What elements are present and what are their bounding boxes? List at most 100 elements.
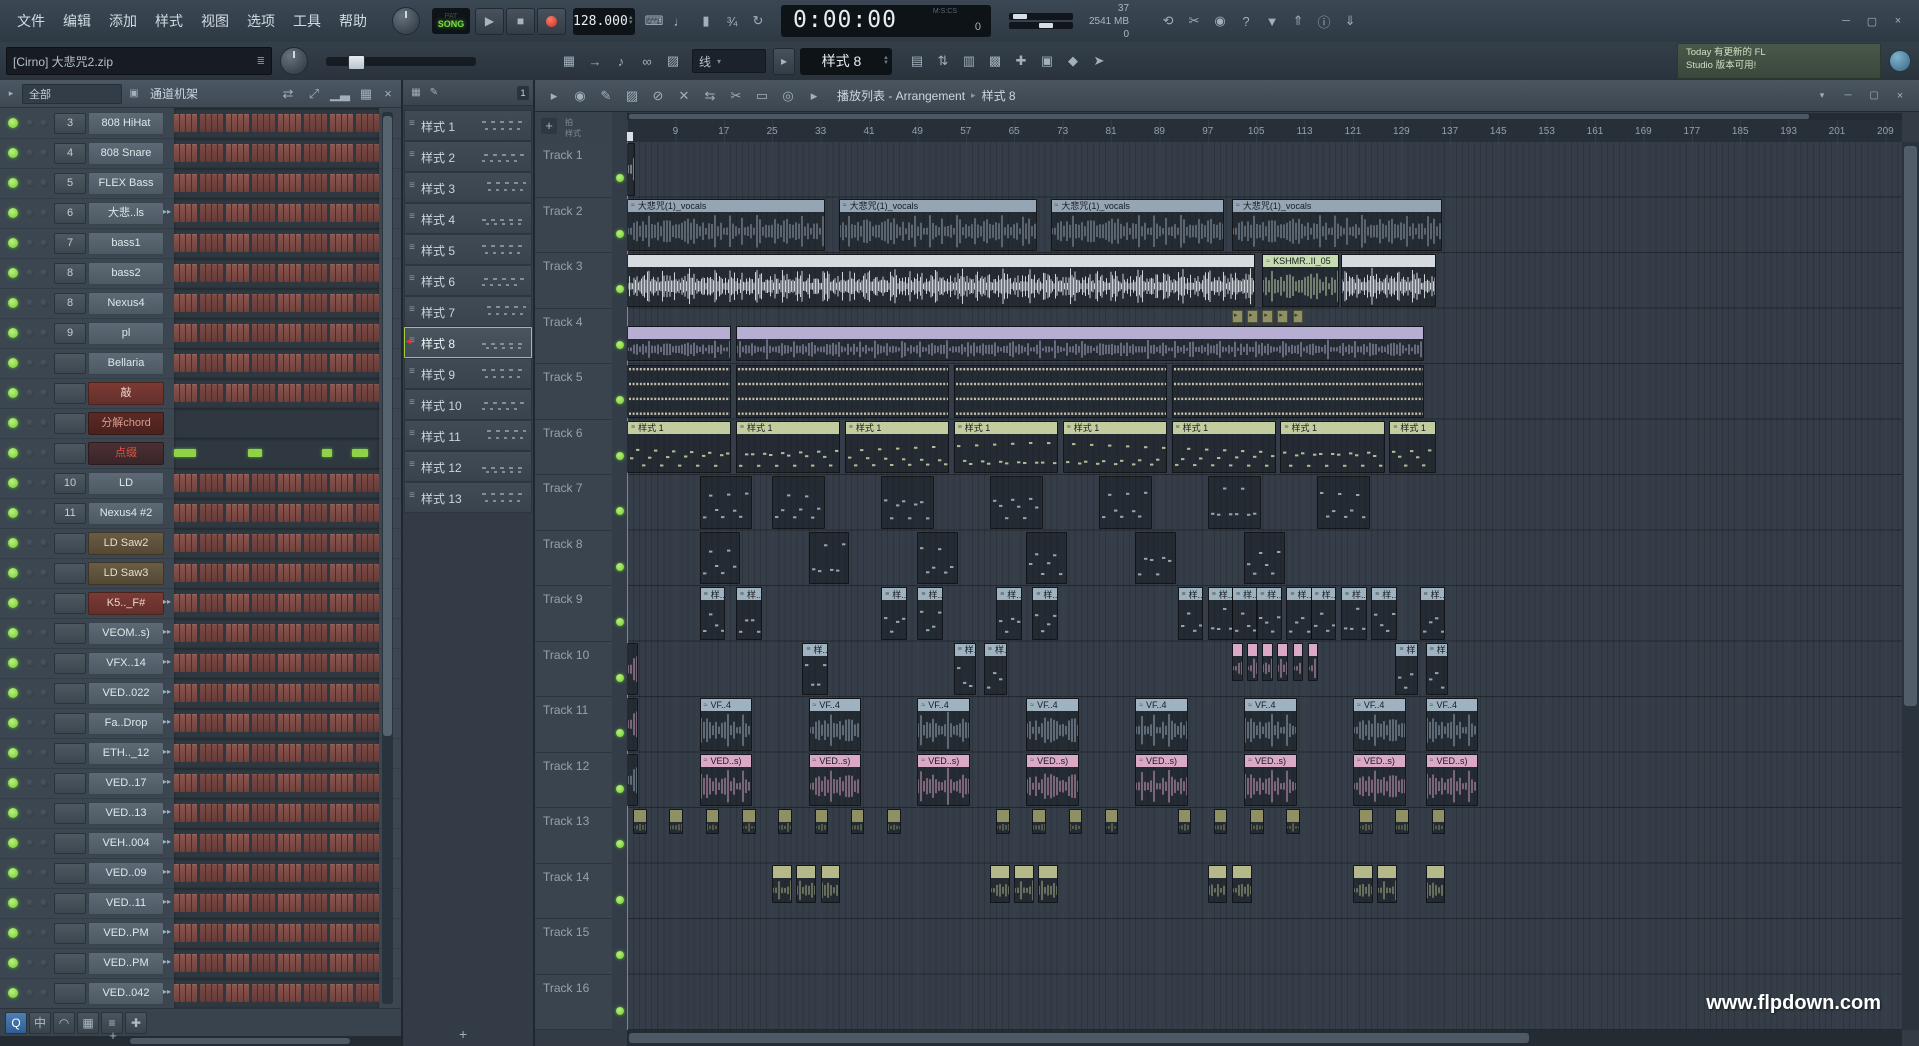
step-cell[interactable] xyxy=(342,954,347,972)
step-cell[interactable] xyxy=(270,174,275,192)
search-icon[interactable]: Q xyxy=(5,1012,27,1034)
step-cell[interactable] xyxy=(316,684,321,702)
step-cell[interactable] xyxy=(322,384,327,402)
step-cell[interactable] xyxy=(330,534,335,552)
step-cell[interactable] xyxy=(310,384,315,402)
step-cell[interactable] xyxy=(348,894,353,912)
step-cell[interactable] xyxy=(290,894,295,912)
step-cell[interactable] xyxy=(258,354,263,372)
step-cell[interactable] xyxy=(186,594,191,612)
step-cell[interactable] xyxy=(232,654,237,672)
step-cell[interactable] xyxy=(330,504,335,522)
step-cell[interactable] xyxy=(244,954,249,972)
step-cell[interactable] xyxy=(316,834,321,852)
step-cell[interactable] xyxy=(200,204,205,222)
step-cell[interactable] xyxy=(304,204,309,222)
clip[interactable]: ≈大悲咒(1)_vocals xyxy=(1232,199,1442,252)
clip[interactable] xyxy=(1286,809,1300,834)
step-cell[interactable] xyxy=(330,864,335,882)
channel-volume-knob[interactable] xyxy=(40,689,48,697)
step-cell[interactable] xyxy=(174,324,179,342)
step-cell[interactable] xyxy=(212,564,217,582)
step-cell[interactable] xyxy=(356,474,361,492)
typing-keyboard-piano-icon[interactable]: ⌨ xyxy=(642,10,666,32)
step-cell[interactable] xyxy=(218,564,223,582)
channel-volume-knob[interactable] xyxy=(40,539,48,547)
step-cell[interactable] xyxy=(296,114,301,132)
channel-pan-knob[interactable] xyxy=(26,299,34,307)
channel-pan-knob[interactable] xyxy=(26,839,34,847)
mute-tool-icon[interactable]: ✕ xyxy=(672,85,696,107)
track-led[interactable] xyxy=(616,174,624,182)
channel-pan-knob[interactable] xyxy=(26,179,34,187)
step-cell[interactable] xyxy=(192,834,197,852)
step-cell[interactable] xyxy=(206,474,211,492)
step-cell[interactable] xyxy=(212,354,217,372)
channel-volume-knob[interactable] xyxy=(40,239,48,247)
step-cell[interactable] xyxy=(212,684,217,702)
step-cell[interactable] xyxy=(206,234,211,252)
step-cell[interactable] xyxy=(258,504,263,522)
step-cell[interactable] xyxy=(232,204,237,222)
channel-button[interactable]: VED..PM xyxy=(88,952,164,975)
step-cell[interactable] xyxy=(212,714,217,732)
track-name[interactable]: Track 8 xyxy=(535,531,612,587)
step-cell[interactable] xyxy=(348,624,353,642)
channel-led[interactable] xyxy=(8,508,18,518)
step-cell[interactable] xyxy=(342,174,347,192)
step-cell[interactable] xyxy=(316,264,321,282)
step-cell[interactable] xyxy=(348,144,353,162)
clip[interactable] xyxy=(1014,865,1034,904)
project-menu-icon[interactable]: ≣ xyxy=(257,56,265,67)
step-cell[interactable] xyxy=(186,144,191,162)
step-cell[interactable] xyxy=(174,774,179,792)
step-cell[interactable] xyxy=(252,774,257,792)
step-cell[interactable] xyxy=(186,114,191,132)
channel-button[interactable]: pl xyxy=(88,322,164,345)
step-cell[interactable] xyxy=(174,834,179,852)
step-cell[interactable] xyxy=(252,504,257,522)
step-cell[interactable] xyxy=(252,624,257,642)
channel-pan-knob[interactable] xyxy=(26,539,34,547)
step-cell[interactable] xyxy=(374,864,379,882)
step-cell[interactable] xyxy=(336,294,341,312)
step-cell[interactable] xyxy=(186,294,191,312)
step-cell[interactable] xyxy=(186,984,191,1002)
step-cell[interactable] xyxy=(316,474,321,492)
step-cell[interactable] xyxy=(252,354,257,372)
track-led[interactable] xyxy=(616,230,624,238)
step-cell[interactable] xyxy=(244,174,249,192)
step-cell[interactable] xyxy=(200,324,205,342)
step-cell[interactable] xyxy=(296,234,301,252)
channel-number[interactable]: 3 xyxy=(54,113,86,134)
clip[interactable]: ≡样..3 xyxy=(1311,587,1337,640)
step-cell[interactable] xyxy=(244,924,249,942)
channel-led[interactable] xyxy=(8,448,18,458)
step-cell[interactable] xyxy=(218,654,223,672)
step-cell[interactable] xyxy=(252,744,257,762)
step-cell[interactable] xyxy=(180,174,185,192)
step-cell[interactable] xyxy=(284,834,289,852)
channel-pan-knob[interactable] xyxy=(26,629,34,637)
step-cell[interactable] xyxy=(356,924,361,942)
step-cell[interactable] xyxy=(316,654,321,672)
master-volume-knob[interactable] xyxy=(280,47,308,75)
step-cell[interactable] xyxy=(368,264,373,282)
step-cell[interactable] xyxy=(304,804,309,822)
step-cell[interactable] xyxy=(232,684,237,702)
channel-led[interactable] xyxy=(8,268,18,278)
step-cell[interactable] xyxy=(374,474,379,492)
step-cell[interactable] xyxy=(226,804,231,822)
step-cell[interactable] xyxy=(322,114,327,132)
step-cell[interactable] xyxy=(342,744,347,762)
step-cell[interactable] xyxy=(362,294,367,312)
step-cell[interactable] xyxy=(270,954,275,972)
step-cell[interactable] xyxy=(218,114,223,132)
step-cell[interactable] xyxy=(290,594,295,612)
step-cell[interactable] xyxy=(296,594,301,612)
step-cell[interactable] xyxy=(348,294,353,312)
note-tool-icon[interactable]: ♪ xyxy=(609,50,633,72)
clip[interactable]: ≈VF..4 xyxy=(1353,698,1406,751)
step-cell[interactable] xyxy=(212,894,217,912)
step-cell[interactable] xyxy=(278,144,283,162)
